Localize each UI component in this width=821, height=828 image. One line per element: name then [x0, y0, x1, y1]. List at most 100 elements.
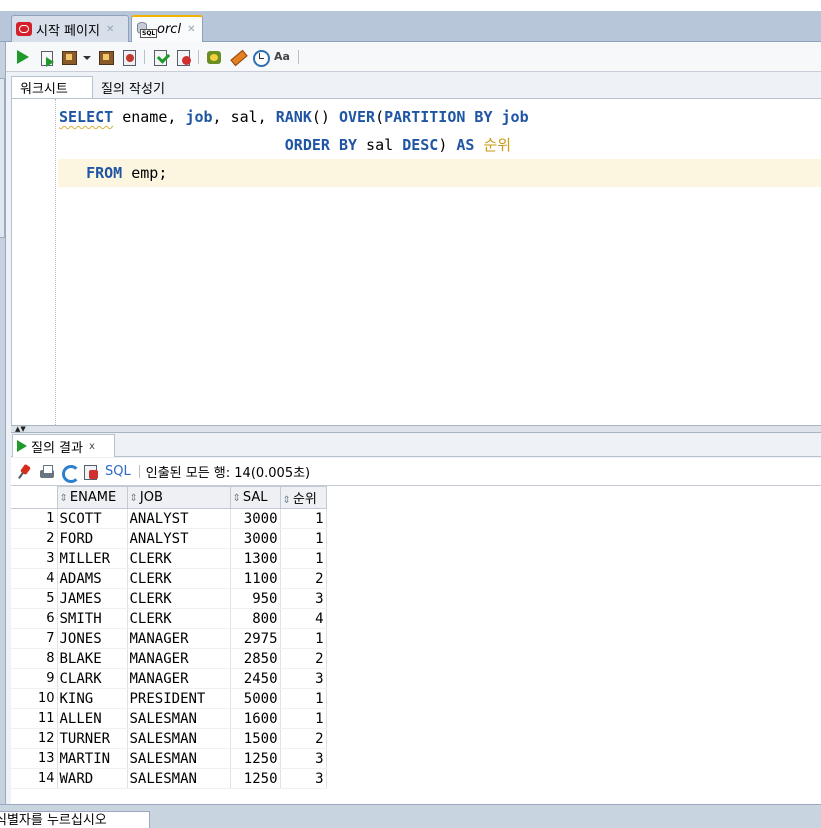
cell-job[interactable]: MANAGER — [127, 628, 231, 649]
print-icon[interactable] — [39, 464, 55, 480]
cell-rank[interactable]: 2 — [280, 728, 327, 749]
cell-ename[interactable]: WARD — [57, 768, 128, 789]
sql-tuning-icon[interactable] — [120, 48, 138, 66]
cell-sal[interactable]: 1500 — [230, 728, 281, 749]
tab-query-result[interactable]: 질의 결과 x — [12, 434, 115, 457]
cell-sal[interactable]: 2450 — [230, 668, 281, 689]
cell-rank[interactable]: 3 — [280, 748, 327, 769]
run-statement-icon[interactable] — [14, 48, 32, 66]
table-row[interactable]: 14 WARD SALESMAN 1250 3 — [11, 768, 327, 789]
tab-start-page[interactable]: 시작 페이지 ✕ — [11, 15, 129, 42]
cell-rank[interactable]: 1 — [280, 548, 327, 569]
column-header-sal[interactable]: ⇕ SAL — [229, 486, 281, 509]
cell-job[interactable]: CLERK — [127, 608, 231, 629]
cell-ename[interactable]: ADAMS — [57, 568, 128, 589]
sql-history-icon[interactable] — [251, 48, 270, 67]
cell-job[interactable]: ANALYST — [127, 508, 231, 529]
commit-icon[interactable] — [151, 48, 169, 66]
cell-ename[interactable]: KING — [57, 688, 128, 709]
tab-query-builder[interactable]: 질의 작성기 — [93, 76, 173, 98]
column-header-ename[interactable]: ⇕ ENAME — [56, 486, 128, 509]
rollback-icon[interactable] — [174, 48, 192, 66]
cell-job[interactable]: PRESIDENT — [127, 688, 231, 709]
cell-job[interactable]: MANAGER — [127, 648, 231, 669]
table-row[interactable]: 3 MILLER CLERK 1300 1 — [11, 548, 327, 569]
clear-icon[interactable] — [228, 48, 246, 66]
table-row[interactable]: 1 SCOTT ANALYST 3000 1 — [11, 508, 327, 529]
cell-ename[interactable]: SMITH — [57, 608, 128, 629]
table-row[interactable]: 11 ALLEN SALESMAN 1600 1 — [11, 708, 327, 729]
cancel-icon[interactable] — [83, 464, 99, 480]
cell-job[interactable]: CLERK — [127, 548, 231, 569]
table-row[interactable]: 5 JAMES CLERK 950 3 — [11, 588, 327, 609]
cell-job[interactable]: MANAGER — [127, 668, 231, 689]
bottom-panel-tab[interactable]: 식별자를 누르십시오 — [0, 811, 150, 828]
table-row[interactable]: 8 BLAKE MANAGER 2850 2 — [11, 648, 327, 669]
cell-ename[interactable]: MARTIN — [57, 748, 128, 769]
dropdown-icon[interactable] — [83, 48, 91, 66]
table-row[interactable]: 6 SMITH CLERK 800 4 — [11, 608, 327, 629]
table-row[interactable]: 9 CLARK MANAGER 2450 3 — [11, 668, 327, 689]
left-dock-handle[interactable] — [0, 78, 5, 238]
cell-job[interactable]: SALESMAN — [127, 708, 231, 729]
cell-ename[interactable]: JAMES — [57, 588, 128, 609]
cell-sal[interactable]: 800 — [230, 608, 281, 629]
cell-sal[interactable]: 1600 — [230, 708, 281, 729]
cell-rank[interactable]: 3 — [280, 588, 327, 609]
sql-editor[interactable]: SELECT ename, job, sal, RANK() OVER(PART… — [11, 99, 821, 425]
cell-rank[interactable]: 3 — [280, 668, 327, 689]
cell-rank[interactable]: 2 — [280, 568, 327, 589]
table-row[interactable]: 2 FORD ANALYST 3000 1 — [11, 528, 327, 549]
cell-rank[interactable]: 1 — [280, 508, 327, 529]
cell-rank[interactable]: 1 — [280, 708, 327, 729]
cell-ename[interactable]: MILLER — [57, 548, 128, 569]
run-script-icon[interactable] — [37, 47, 55, 67]
close-icon[interactable]: ✕ — [187, 24, 195, 35]
cell-job[interactable]: SALESMAN — [127, 728, 231, 749]
cell-ename[interactable]: JONES — [57, 628, 128, 649]
cell-job[interactable]: CLERK — [127, 588, 231, 609]
cell-sal[interactable]: 1250 — [230, 748, 281, 769]
cell-sal[interactable]: 1250 — [230, 768, 281, 789]
cell-sal[interactable]: 950 — [230, 588, 281, 609]
cell-job[interactable]: SALESMAN — [127, 768, 231, 789]
cell-rank[interactable]: 1 — [280, 628, 327, 649]
explain-plan-icon[interactable] — [97, 48, 115, 66]
cell-ename[interactable]: FORD — [57, 528, 128, 549]
cell-ename[interactable]: SCOTT — [57, 508, 128, 529]
cell-sal[interactable]: 3000 — [230, 508, 281, 529]
cell-job[interactable]: CLERK — [127, 568, 231, 589]
cell-rank[interactable]: 4 — [280, 608, 327, 629]
tab-worksheet[interactable]: 워크시트 — [11, 76, 93, 98]
column-header-rank[interactable]: ⇕ 순위 — [279, 486, 327, 509]
refresh-icon[interactable] — [61, 464, 80, 483]
cell-ename[interactable]: BLAKE — [57, 648, 128, 669]
table-row[interactable]: 4 ADAMS CLERK 1100 2 — [11, 568, 327, 589]
cell-rank[interactable]: 3 — [280, 768, 327, 789]
format-icon[interactable]: Aa — [274, 48, 292, 66]
editor-results-splitter[interactable]: ▲▼ — [11, 425, 821, 433]
cell-ename[interactable]: ALLEN — [57, 708, 128, 729]
close-icon[interactable]: ✕ — [106, 24, 114, 35]
cell-job[interactable]: SALESMAN — [127, 748, 231, 769]
unshared-sql-icon[interactable] — [205, 48, 223, 66]
cell-ename[interactable]: TURNER — [57, 728, 128, 749]
sql-link[interactable]: SQL — [105, 464, 131, 479]
cell-rank[interactable]: 2 — [280, 648, 327, 669]
cell-rank[interactable]: 1 — [280, 688, 327, 709]
cell-sal[interactable]: 3000 — [230, 528, 281, 549]
cell-sal[interactable]: 1100 — [230, 568, 281, 589]
cell-rank[interactable]: 1 — [280, 528, 327, 549]
cell-sal[interactable]: 2850 — [230, 648, 281, 669]
cell-sal[interactable]: 1300 — [230, 548, 281, 569]
pin-icon[interactable] — [17, 464, 33, 480]
table-row[interactable]: 12 TURNER SALESMAN 1500 2 — [11, 728, 327, 749]
cell-job[interactable]: ANALYST — [127, 528, 231, 549]
code-area[interactable]: SELECT ename, job, sal, RANK() OVER(PART… — [58, 103, 821, 187]
autotrace-icon[interactable] — [60, 48, 78, 66]
cell-sal[interactable]: 2975 — [230, 628, 281, 649]
column-header-job[interactable]: ⇕ JOB — [126, 486, 231, 509]
collapse-arrows-icon[interactable]: ▲▼ — [15, 426, 26, 433]
table-row[interactable]: 13 MARTIN SALESMAN 1250 3 — [11, 748, 327, 769]
cell-ename[interactable]: CLARK — [57, 668, 128, 689]
